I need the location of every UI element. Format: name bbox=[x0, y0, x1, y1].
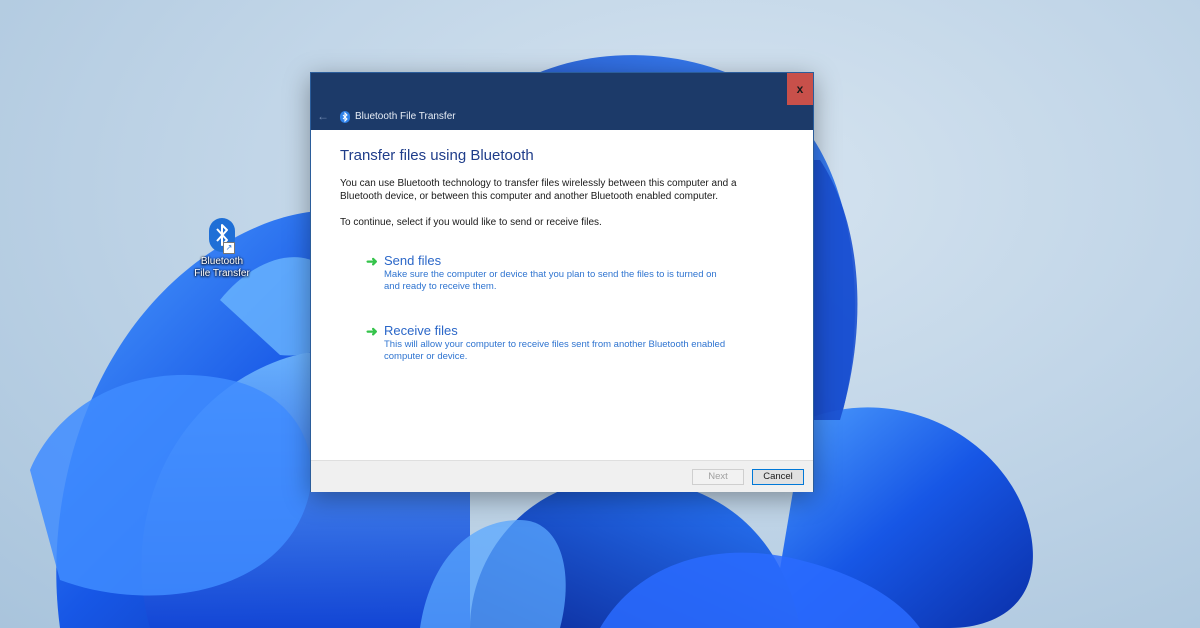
window-title: Bluetooth File Transfer bbox=[355, 111, 456, 122]
dialog-footer: Next Cancel bbox=[311, 460, 813, 492]
green-arrow-icon: ➜ bbox=[366, 323, 378, 339]
bluetooth-icon: ↗ bbox=[209, 218, 235, 254]
desktop-icon-label: Bluetooth File Transfer bbox=[194, 256, 250, 279]
back-arrow-icon[interactable]: ← bbox=[317, 109, 329, 123]
desktop-shortcut-bluetooth-file-transfer[interactable]: ↗ Bluetooth File Transfer bbox=[190, 218, 254, 280]
bluetooth-file-transfer-dialog: x ← Bluetooth File Transfer Transfer fil… bbox=[310, 72, 814, 492]
close-button[interactable]: x bbox=[787, 73, 813, 105]
prompt-text: To continue, select if you would like to… bbox=[340, 217, 602, 228]
receive-files-link[interactable]: Receive files bbox=[384, 323, 458, 338]
send-files-description: Make sure the computer or device that yo… bbox=[384, 269, 717, 292]
shortcut-arrow-icon: ↗ bbox=[223, 242, 235, 254]
receive-files-description: This will allow your computer to receive… bbox=[384, 339, 726, 362]
dialog-content: Transfer files using Bluetooth You can u… bbox=[311, 130, 813, 460]
title-bar[interactable]: x ← Bluetooth File Transfer bbox=[311, 73, 813, 130]
bluetooth-icon bbox=[340, 110, 350, 128]
intro-text: You can use Bluetooth technology to tran… bbox=[340, 178, 737, 202]
green-arrow-icon: ➜ bbox=[366, 253, 378, 269]
page-heading: Transfer files using Bluetooth bbox=[340, 147, 534, 164]
next-button[interactable]: Next bbox=[692, 469, 744, 485]
send-files-link[interactable]: Send files bbox=[384, 253, 441, 268]
close-icon: x bbox=[796, 82, 804, 96]
cancel-button[interactable]: Cancel bbox=[752, 469, 804, 485]
